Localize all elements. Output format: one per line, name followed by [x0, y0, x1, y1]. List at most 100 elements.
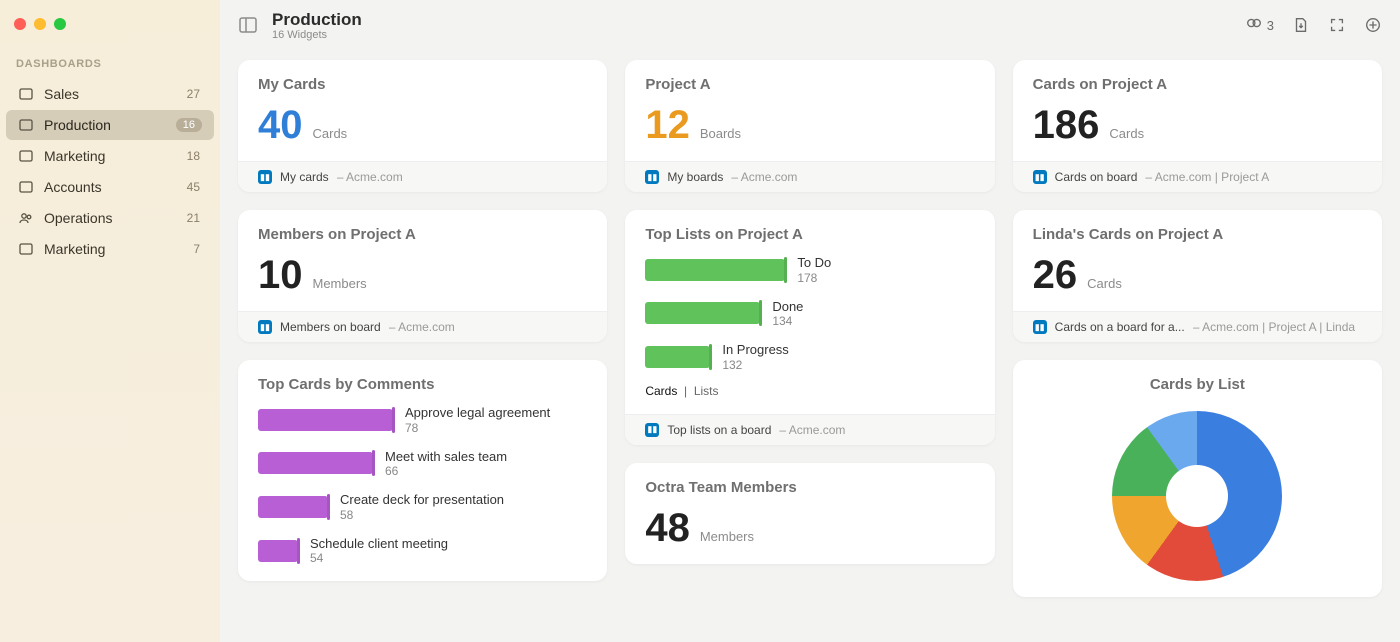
source-name: Members on board [280, 320, 381, 334]
sidebar-item-label: Accounts [44, 179, 175, 195]
fullscreen-button[interactable] [1328, 16, 1346, 34]
page-title: Production [272, 10, 1245, 30]
widget-value: 10 [258, 255, 303, 295]
bar-label: In Progress [722, 342, 788, 358]
bar-value: 178 [797, 271, 831, 285]
widget-top-lists[interactable]: Top Lists on Project A To Do178 Done134 [625, 210, 994, 445]
bar-fill [645, 259, 785, 281]
widget-cards-on-a[interactable]: Cards on Project A 186 Cards ▮▮ Cards on… [1013, 60, 1382, 192]
bar-fill [258, 496, 328, 518]
widget-unit: Cards [1087, 276, 1122, 291]
source-path: – Acme.com [731, 170, 797, 184]
donut-chart [1112, 411, 1282, 581]
trello-icon: ▮▮ [258, 320, 272, 334]
sidebar-item-count: 45 [185, 180, 202, 194]
widget-unit: Members [313, 276, 367, 291]
topbar: Production 16 Widgets 3 [220, 0, 1400, 50]
minimize-window-dot[interactable] [34, 18, 46, 30]
widget-value: 186 [1033, 105, 1100, 145]
main: Production 16 Widgets 3 My Cards 40 Card… [220, 0, 1400, 642]
widget-title: Project A [645, 76, 974, 93]
widget-cards-by-list[interactable]: Cards by List [1013, 360, 1382, 597]
sidebar-item-label: Marketing [44, 241, 181, 257]
bar-value: 54 [310, 551, 448, 565]
widget-octra[interactable]: Octra Team Members 48 Members [625, 463, 994, 564]
dashboard-icon [18, 117, 34, 133]
widget-top-cards[interactable]: Top Cards by Comments Approve legal agre… [238, 360, 607, 581]
bar-value: 132 [722, 358, 788, 372]
add-widget-button[interactable] [1364, 16, 1382, 34]
trello-icon: ▮▮ [1033, 170, 1047, 184]
topbar-actions: 3 [1245, 14, 1382, 37]
bar-row: Create deck for presentation58 [258, 492, 587, 522]
sidebar: DASHBOARDS Sales 27 Production 16 Market… [0, 0, 220, 642]
bar-row: Approve legal agreement78 [258, 405, 587, 435]
dashboard-icon [18, 241, 34, 257]
widget-unit: Cards [313, 126, 348, 141]
bar-fill [645, 346, 710, 368]
toggle-sidebar-icon[interactable] [238, 15, 258, 35]
widget-title: Top Lists on Project A [645, 226, 974, 243]
bar-row: Meet with sales team66 [258, 449, 587, 479]
sidebar-item-marketing-2[interactable]: Marketing 7 [6, 234, 214, 264]
bar-label: Schedule client meeting [310, 536, 448, 552]
trello-icon: ▮▮ [258, 170, 272, 184]
widget-value: 12 [645, 105, 690, 145]
source-name: My cards [280, 170, 329, 184]
widget-title: Top Cards by Comments [258, 376, 587, 393]
widget-project-a[interactable]: Project A 12 Boards ▮▮ My boards – Acme.… [625, 60, 994, 192]
sidebar-item-operations[interactable]: Operations 21 [6, 203, 214, 233]
bar-value: 66 [385, 464, 507, 478]
window-controls [0, 8, 220, 40]
widget-grid: My Cards 40 Cards ▮▮ My cards – Acme.com… [220, 50, 1400, 642]
widget-linda[interactable]: Linda's Cards on Project A 26 Cards ▮▮ C… [1013, 210, 1382, 342]
sidebar-item-accounts[interactable]: Accounts 45 [6, 172, 214, 202]
dashboard-icon [18, 179, 34, 195]
bar-row: In Progress132 [645, 342, 974, 372]
bar-fill [258, 452, 373, 474]
widget-value: 48 [645, 508, 690, 548]
bar-label: Approve legal agreement [405, 405, 550, 421]
bar-value: 134 [772, 314, 803, 328]
dashboard-icon [18, 86, 34, 102]
sidebar-item-label: Operations [44, 210, 175, 226]
bar-row: Schedule client meeting54 [258, 536, 587, 566]
widget-unit: Members [700, 529, 754, 544]
widget-title: Octra Team Members [645, 479, 974, 496]
widget-members[interactable]: Members on Project A 10 Members ▮▮ Membe… [238, 210, 607, 342]
bar-fill [645, 302, 760, 324]
sidebar-item-count: 18 [185, 149, 202, 163]
export-button[interactable] [1292, 16, 1310, 34]
source-name: Cards on a board for a... [1055, 320, 1185, 334]
sidebar-item-sales[interactable]: Sales 27 [6, 79, 214, 109]
bar-row: Done134 [645, 299, 974, 329]
source-path: – Acme.com [337, 170, 403, 184]
widget-my-cards[interactable]: My Cards 40 Cards ▮▮ My cards – Acme.com [238, 60, 607, 192]
widget-title: Members on Project A [258, 226, 587, 243]
maximize-window-dot[interactable] [54, 18, 66, 30]
sidebar-item-count: 27 [185, 87, 202, 101]
source-path: – Acme.com | Project A | Linda [1193, 320, 1355, 334]
source-path: – Acme.com [389, 320, 455, 334]
bar-row: To Do178 [645, 255, 974, 285]
page-subtitle: 16 Widgets [272, 29, 1245, 41]
sidebar-item-marketing[interactable]: Marketing 18 [6, 141, 214, 171]
bar-fill [258, 409, 393, 431]
widget-title: Cards on Project A [1033, 76, 1362, 93]
viewers-button[interactable]: 3 [1245, 14, 1274, 37]
bar-label: Create deck for presentation [340, 492, 504, 508]
bar-label: To Do [797, 255, 831, 271]
bar-fill [258, 540, 298, 562]
bar-label: Done [772, 299, 803, 315]
close-window-dot[interactable] [14, 18, 26, 30]
toggle-cards-lists[interactable]: Cards | Lists [645, 384, 974, 398]
widget-value: 26 [1033, 255, 1078, 295]
widget-title: Linda's Cards on Project A [1033, 226, 1362, 243]
sidebar-item-label: Marketing [44, 148, 175, 164]
sidebar-item-count: 21 [185, 211, 202, 225]
sidebar-item-production[interactable]: Production 16 [6, 110, 214, 140]
widget-title: Cards by List [1033, 376, 1362, 393]
bar-value: 78 [405, 421, 550, 435]
widget-title: My Cards [258, 76, 587, 93]
trello-icon: ▮▮ [1033, 320, 1047, 334]
